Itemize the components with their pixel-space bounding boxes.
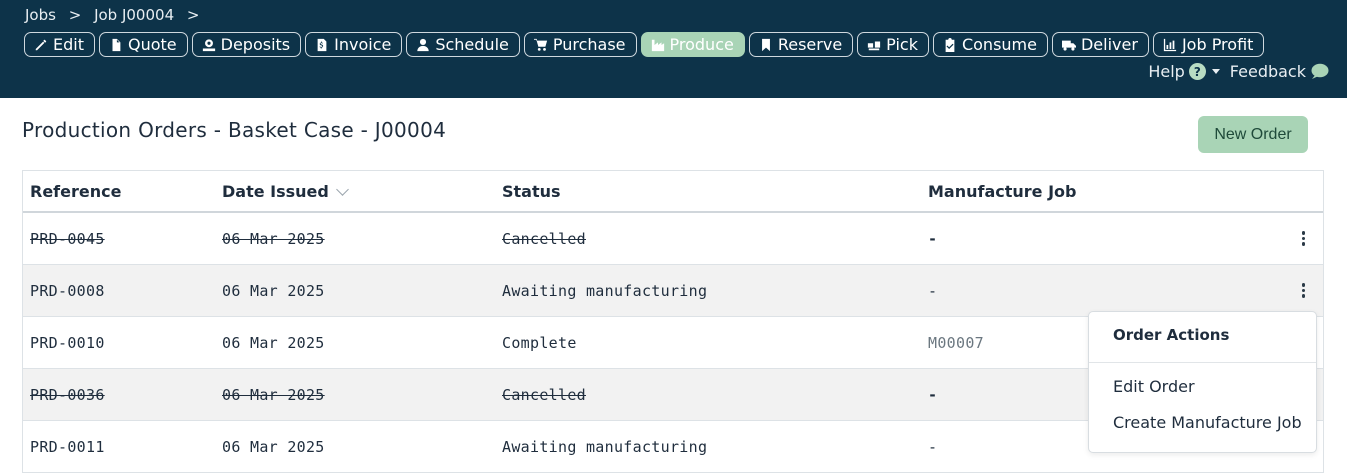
tab-label: Produce [669, 35, 734, 54]
edit-order-menu-item[interactable]: Edit Order [1113, 377, 1195, 396]
column-header-date-issued[interactable]: Date Issued [222, 182, 502, 201]
tab-label: Job Profit [1181, 35, 1254, 54]
cell-status: Cancelled [502, 229, 586, 248]
feedback-link[interactable]: Feedback [1230, 62, 1329, 81]
tab-consume[interactable]: Consume [932, 32, 1048, 57]
tab-label: Reserve [777, 35, 843, 54]
tab-purchase[interactable]: Purchase [523, 32, 637, 57]
breadcrumb: Jobs > Job J00004 > [25, 6, 207, 24]
tab-label: Pick [886, 35, 918, 54]
cell-reference[interactable]: PRD-0008 [23, 282, 222, 300]
tab-produce[interactable]: Produce [640, 32, 745, 57]
job-tabs: Edit Quote Deposits Invoice Schedule Pur… [24, 32, 1265, 57]
tab-label: Invoice [334, 35, 392, 54]
chat-bubble-icon [1311, 63, 1329, 79]
tab-label: Deliver [1080, 35, 1138, 54]
truck-icon [1061, 40, 1076, 51]
cell-status: Cancelled [502, 385, 586, 404]
cell-actions [1258, 227, 1323, 250]
more-actions-icon[interactable] [1298, 279, 1310, 302]
caret-down-icon [1211, 69, 1220, 74]
cell-date-issued: 06 Mar 2025 [222, 385, 325, 404]
question-icon: ? [1188, 63, 1206, 80]
cell-manufacture-job: - [928, 229, 938, 248]
clipboard-icon [945, 37, 955, 52]
tab-quote[interactable]: Quote [98, 32, 188, 57]
document-icon [112, 38, 121, 51]
menu-header: Order Actions [1113, 326, 1230, 344]
page-title: Production Orders - Basket Case - J00004 [22, 118, 447, 142]
deposit-icon [202, 38, 215, 51]
factory-icon [651, 39, 664, 51]
cell-date-issued: 06 Mar 2025 [222, 333, 325, 352]
sort-descending-icon [335, 182, 349, 196]
cart-icon [533, 38, 547, 51]
help-feedback-bar: Help ? Feedback [1148, 62, 1329, 81]
tab-edit[interactable]: Edit [24, 32, 95, 57]
tab-label: Quote [127, 35, 177, 54]
help-menu[interactable]: Help ? [1148, 62, 1220, 81]
help-label: Help [1148, 62, 1185, 81]
tab-deliver[interactable]: Deliver [1051, 32, 1149, 57]
pick-icon [868, 41, 881, 50]
cell-reference[interactable]: PRD-0010 [23, 334, 222, 352]
cell-reference[interactable]: PRD-0045 [23, 230, 222, 248]
tab-pick[interactable]: Pick [857, 32, 929, 57]
tab-deposits[interactable]: Deposits [191, 32, 302, 57]
feedback-label: Feedback [1229, 62, 1306, 81]
pencil-icon [35, 39, 47, 50]
tab-label: Schedule [435, 35, 509, 54]
table-row[interactable]: PRD-0008 06 Mar 2025 Awaiting manufactur… [23, 265, 1323, 317]
breadcrumb-jobs-link[interactable]: Jobs [25, 6, 56, 24]
bookmark-icon [761, 38, 770, 51]
tab-invoice[interactable]: Invoice [305, 32, 403, 57]
cell-date-issued: 06 Mar 2025 [222, 281, 325, 300]
cell-reference[interactable]: PRD-0036 [23, 386, 222, 404]
cell-actions [1258, 279, 1323, 302]
column-header-label: Date Issued [222, 181, 329, 201]
order-actions-menu: Order Actions Edit Order Create Manufact… [1088, 311, 1317, 453]
cell-date-issued: 06 Mar 2025 [222, 229, 325, 248]
invoice-icon [317, 38, 327, 51]
tab-job-profit[interactable]: Job Profit [1152, 32, 1265, 57]
tab-label: Consume [961, 35, 1037, 54]
new-order-button[interactable]: New Order [1198, 116, 1308, 153]
tab-label: Deposits [220, 35, 291, 54]
tab-reserve[interactable]: Reserve [748, 32, 854, 57]
tab-schedule[interactable]: Schedule [406, 32, 520, 57]
create-manufacture-job-menu-item[interactable]: Create Manufacture Job [1113, 413, 1302, 432]
tab-label: Edit [53, 35, 84, 54]
table-row[interactable]: PRD-0045 06 Mar 2025 Cancelled - [23, 213, 1323, 265]
cell-status: Awaiting manufacturing [502, 281, 708, 300]
top-navigation-bar: Jobs > Job J00004 > Edit Quote Deposits … [0, 0, 1347, 98]
breadcrumb-separator: > [186, 6, 200, 24]
bar-chart-icon [1163, 38, 1177, 51]
column-header-reference[interactable]: Reference [23, 182, 222, 201]
user-icon [417, 38, 430, 51]
cell-status: Complete [502, 333, 577, 352]
tab-label: Purchase [552, 35, 626, 54]
more-actions-icon[interactable] [1298, 227, 1310, 250]
breadcrumb-job-link[interactable]: Job J00004 [94, 6, 174, 24]
table-header-row: Reference Date Issued Status Manufacture… [23, 171, 1323, 213]
breadcrumb-separator: > [68, 6, 82, 24]
cell-manufacture-job: - [928, 281, 938, 300]
column-header-status[interactable]: Status [502, 182, 928, 201]
column-header-manufacture-job[interactable]: Manufacture Job [928, 182, 1258, 201]
menu-divider [1089, 362, 1316, 363]
